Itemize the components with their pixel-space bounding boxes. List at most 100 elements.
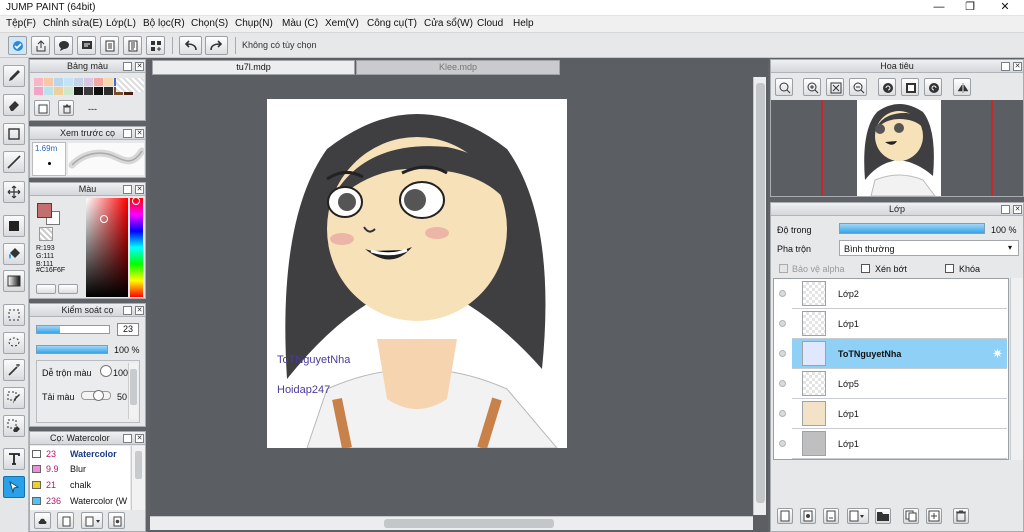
float-icon[interactable] <box>123 306 132 315</box>
float-icon[interactable] <box>123 129 132 138</box>
canvas-vertical-scrollbar[interactable] <box>753 77 766 515</box>
color-swatch[interactable] <box>74 87 83 95</box>
layer-row[interactable]: Lớp1 <box>779 309 1007 339</box>
protect-alpha-checkbox[interactable] <box>779 264 788 273</box>
lock-checkbox[interactable] <box>945 264 954 273</box>
menu-edit[interactable]: Chỉnh sửa(E) <box>43 18 103 29</box>
layer-row[interactable]: Lớp2 <box>779 279 1007 309</box>
color-swatch[interactable] <box>64 87 73 95</box>
eraser-tool-icon[interactable] <box>3 94 25 116</box>
color-swatch[interactable] <box>44 87 53 95</box>
select-eraser-tool-icon[interactable] <box>3 415 25 437</box>
new-brush-icon[interactable] <box>57 512 74 529</box>
text-tool-icon[interactable] <box>3 448 25 470</box>
lasso-tool-icon[interactable] <box>3 332 25 354</box>
eye-icon[interactable] <box>779 380 786 387</box>
foreground-color-swatch[interactable] <box>37 203 52 218</box>
brush-item[interactable]: 9.9 Blur <box>30 462 130 476</box>
close-window-button[interactable]: ✕ <box>990 0 1020 16</box>
blend-scrollbar[interactable] <box>128 363 138 419</box>
eye-icon[interactable] <box>779 440 786 447</box>
brush-size-slider[interactable] <box>36 325 110 334</box>
trash-icon[interactable] <box>953 508 969 524</box>
new-layer-icon[interactable] <box>777 508 793 524</box>
menu-cloud[interactable]: Cloud <box>477 18 503 29</box>
menu-view[interactable]: Xem(V) <box>325 18 359 29</box>
float-icon[interactable] <box>1001 62 1010 71</box>
menu-layer[interactable]: Lớp(L) <box>106 18 136 29</box>
new-halftone-layer-icon[interactable] <box>800 508 816 524</box>
blend-dial[interactable] <box>100 365 112 377</box>
close-icon[interactable]: ✕ <box>135 434 144 443</box>
fill-rect-tool-icon[interactable] <box>3 215 25 237</box>
tab-document[interactable]: Klee.mdp <box>356 60 560 75</box>
brush-size-input[interactable]: 23 <box>117 323 139 336</box>
select-pen-tool-icon[interactable] <box>3 387 25 409</box>
close-icon[interactable]: ✕ <box>1013 205 1022 214</box>
close-icon[interactable]: ✕ <box>135 62 144 71</box>
color-swatch[interactable] <box>44 78 53 86</box>
magic-wand-tool-icon[interactable] <box>3 359 25 381</box>
menu-tools[interactable]: Công cụ(T) <box>367 18 417 29</box>
clipping-checkbox[interactable] <box>861 264 870 273</box>
cloud-icon[interactable] <box>34 512 51 529</box>
color-swatch[interactable] <box>64 78 73 86</box>
comment-icon[interactable] <box>77 36 96 55</box>
color-swatch[interactable] <box>104 87 113 95</box>
float-icon[interactable] <box>123 434 132 443</box>
eye-icon[interactable] <box>779 410 786 417</box>
fit-icon[interactable] <box>826 78 844 96</box>
grid-layout-icon[interactable] <box>146 36 165 55</box>
rotate-right-icon[interactable] <box>924 78 942 96</box>
select-tool-icon[interactable] <box>3 304 25 326</box>
speech-bubble-icon[interactable] <box>54 36 73 55</box>
load-slider[interactable] <box>81 390 111 401</box>
vertical-scroll-thumb[interactable] <box>756 83 765 503</box>
layer-row[interactable]: Lớp1 <box>779 399 1007 429</box>
menu-file[interactable]: Tệp(F) <box>6 18 36 29</box>
close-icon[interactable]: ✕ <box>135 185 144 194</box>
brush-list-scrollbar[interactable] <box>131 446 145 510</box>
menu-window[interactable]: Cửa sổ(W) <box>424 18 473 29</box>
color-swatch[interactable] <box>94 78 103 86</box>
operation-tool-icon[interactable] <box>3 476 25 498</box>
float-icon[interactable] <box>123 62 132 71</box>
menu-filter[interactable]: Bộ lọc(R) <box>143 18 185 29</box>
brush-settings-icon[interactable] <box>108 512 125 529</box>
color-swatch[interactable] <box>74 78 83 86</box>
layer-row[interactable]: Lớp1 <box>779 429 1007 459</box>
bucket-fill-tool-icon[interactable] <box>3 243 25 265</box>
color-swatch[interactable] <box>34 78 43 86</box>
document-icon[interactable] <box>123 36 142 55</box>
tab-document-active[interactable]: tu7l.mdp <box>152 60 355 75</box>
new-8bit-layer-icon[interactable] <box>823 508 839 524</box>
trash-icon[interactable] <box>58 100 74 116</box>
brush-item[interactable]: 236 Watercolor (W <box>30 494 130 508</box>
layer-row-selected[interactable]: ToTNguyetNha ✷ <box>779 339 1007 369</box>
eye-icon[interactable] <box>779 320 786 327</box>
rect-select-tool-icon[interactable] <box>3 123 25 145</box>
flip-icon[interactable] <box>953 78 971 96</box>
hue-slider[interactable] <box>130 197 143 297</box>
float-icon[interactable] <box>123 185 132 194</box>
color-swatch[interactable] <box>84 78 93 86</box>
navigator-preview[interactable] <box>771 100 1023 196</box>
brush-opacity-slider[interactable] <box>36 345 108 354</box>
layer-opacity-slider[interactable] <box>839 223 985 234</box>
brush-item[interactable]: 23 Watercolor <box>30 447 130 461</box>
color-swatch[interactable] <box>94 87 103 95</box>
menu-select[interactable]: Chọn(S) <box>191 18 228 29</box>
add-layer-menu-icon[interactable] <box>847 508 869 524</box>
zoom-icon[interactable] <box>775 78 793 96</box>
add-palette-icon[interactable] <box>34 100 50 116</box>
restore-button[interactable]: ❐ <box>955 0 985 16</box>
eye-icon[interactable] <box>779 350 786 357</box>
horizontal-scroll-thumb[interactable] <box>384 519 554 528</box>
page-icon[interactable] <box>100 36 119 55</box>
artwork-canvas[interactable]: ToTNguyetNha Hoidap247 <box>267 99 567 448</box>
color-swatch[interactable] <box>84 87 93 95</box>
merge-layer-icon[interactable] <box>926 508 942 524</box>
layer-row[interactable]: Lớp5 <box>779 369 1007 399</box>
color-swatch[interactable] <box>104 78 113 86</box>
move-tool-icon[interactable] <box>3 181 25 203</box>
